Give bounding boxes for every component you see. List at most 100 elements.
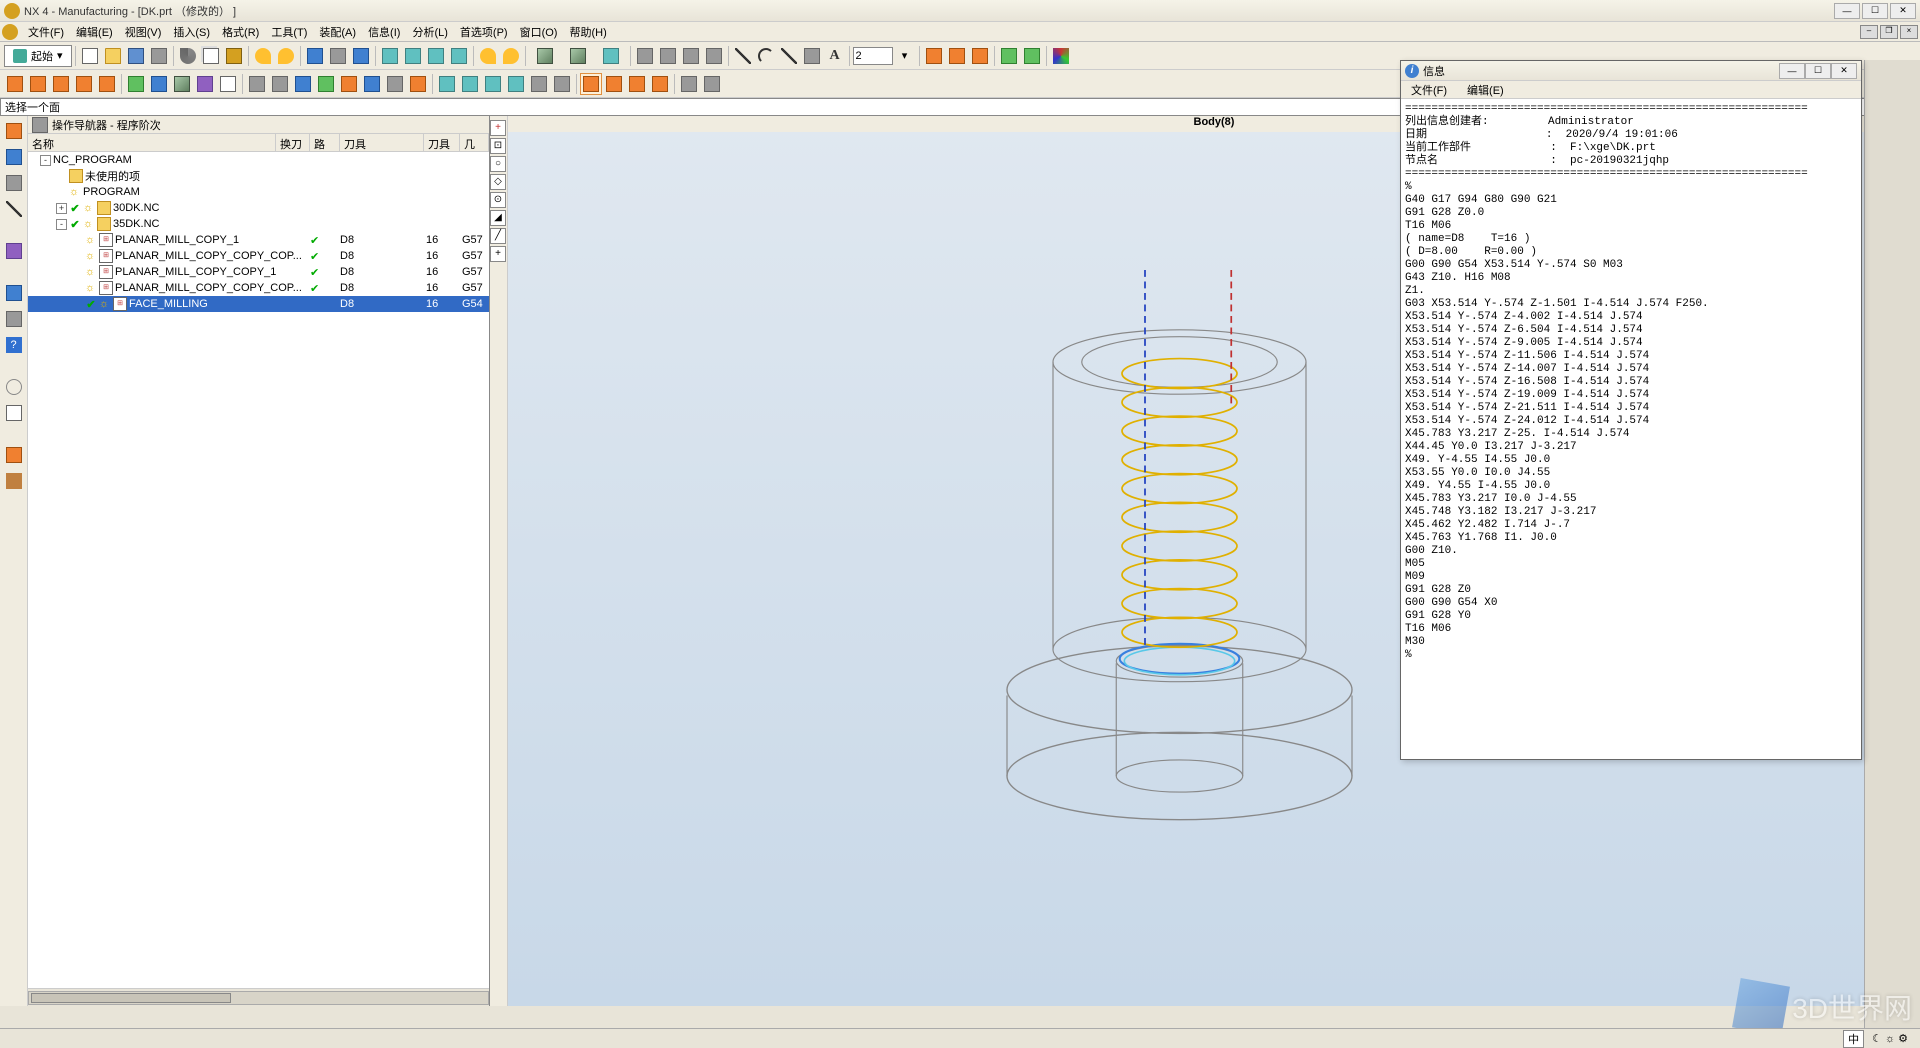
- tree-row[interactable]: ☼⊞PLANAR_MILL_COPY_COPY_COP...✔D816G57: [28, 248, 489, 264]
- mfg-post[interactable]: [194, 73, 216, 95]
- mfg-replay[interactable]: [148, 73, 170, 95]
- nav-operation[interactable]: [3, 120, 25, 142]
- menu-preferences[interactable]: 首选项(P): [454, 22, 514, 42]
- tree-row[interactable]: ☼PROGRAM: [28, 184, 489, 200]
- extra-1[interactable]: [678, 73, 700, 95]
- mfg-btn-5[interactable]: [96, 73, 118, 95]
- tree-row[interactable]: 未使用的项: [28, 168, 489, 184]
- axis-triad[interactable]: [1050, 45, 1072, 67]
- mfg-ex-13[interactable]: [528, 73, 550, 95]
- shade-mode-3[interactable]: [595, 45, 627, 67]
- col-name[interactable]: 名称: [28, 134, 276, 151]
- ime-indicator[interactable]: 中: [1843, 1030, 1864, 1048]
- mfg-btn-4[interactable]: [73, 73, 95, 95]
- sketch-rect[interactable]: [801, 45, 823, 67]
- wcs-btn-2[interactable]: [1021, 45, 1043, 67]
- sketch-line2[interactable]: [778, 45, 800, 67]
- mfg-ex-9[interactable]: [436, 73, 458, 95]
- layer-3[interactable]: [680, 45, 702, 67]
- paste-button[interactable]: [223, 45, 245, 67]
- layer-1[interactable]: [634, 45, 656, 67]
- mfg-ex-6[interactable]: [361, 73, 383, 95]
- hscroll-track[interactable]: [28, 991, 489, 1005]
- refresh-cw[interactable]: [500, 45, 522, 67]
- view-snap-6[interactable]: ╱: [490, 228, 506, 244]
- col-tool[interactable]: 刀具: [340, 134, 424, 151]
- mfg-btn-3[interactable]: [50, 73, 72, 95]
- copy-button[interactable]: [200, 45, 222, 67]
- menu-help[interactable]: 帮助(H): [563, 22, 612, 42]
- mfg-list[interactable]: [217, 73, 239, 95]
- nav-assembly[interactable]: [3, 146, 25, 168]
- shade-mode-2[interactable]: [562, 45, 594, 67]
- nav-clock[interactable]: [3, 376, 25, 398]
- mfg-ex-4[interactable]: [315, 73, 337, 95]
- nav-roles[interactable]: [3, 444, 25, 466]
- info-minimize[interactable]: —: [1779, 63, 1805, 79]
- view-zoom[interactable]: [402, 45, 424, 67]
- info-maximize[interactable]: ☐: [1805, 63, 1831, 79]
- tree-expand[interactable]: -: [56, 219, 67, 230]
- number-input[interactable]: [853, 47, 893, 65]
- menu-insert[interactable]: 插入(S): [167, 22, 216, 42]
- mfg-ex-11[interactable]: [482, 73, 504, 95]
- extra-2[interactable]: [701, 73, 723, 95]
- mdi-restore[interactable]: ❐: [1880, 25, 1898, 39]
- mfg-ex-3[interactable]: [292, 73, 314, 95]
- status-icons[interactable]: ☾ ☼ ⚙: [1868, 1032, 1912, 1045]
- sketch-arc[interactable]: [755, 45, 777, 67]
- view-snap-1[interactable]: ⊡: [490, 138, 506, 154]
- mdi-close[interactable]: ×: [1900, 25, 1918, 39]
- mdi-minimize[interactable]: –: [1860, 25, 1878, 39]
- tool-btn-3[interactable]: [350, 45, 372, 67]
- nav-part[interactable]: [3, 172, 25, 194]
- nav-reuse[interactable]: [3, 240, 25, 262]
- shade-mode-1[interactable]: [529, 45, 561, 67]
- menu-format[interactable]: 格式(R): [216, 22, 265, 42]
- tree-row[interactable]: ☼⊞PLANAR_MILL_COPY_COPY_1✔D816G57: [28, 264, 489, 280]
- sketch-text[interactable]: A: [824, 45, 846, 67]
- tree-row[interactable]: ☼⊞PLANAR_MILL_COPY_1✔D816G57: [28, 232, 489, 248]
- nav-book[interactable]: [3, 308, 25, 330]
- tree-row[interactable]: -✔☼35DK.NC: [28, 216, 489, 232]
- nav-history[interactable]: [3, 198, 25, 220]
- col-tc[interactable]: 换刀: [276, 134, 310, 151]
- save-button[interactable]: [125, 45, 147, 67]
- nav-ie[interactable]: [3, 282, 25, 304]
- tree-row[interactable]: ☼⊞PLANAR_MILL_COPY_COPY_COP...✔D816G57: [28, 280, 489, 296]
- minimize-button[interactable]: —: [1834, 3, 1860, 19]
- csys-btn-1[interactable]: [923, 45, 945, 67]
- mfg-btn-1[interactable]: [4, 73, 26, 95]
- close-button[interactable]: ✕: [1890, 3, 1916, 19]
- redo-button[interactable]: [275, 45, 297, 67]
- operation-tree[interactable]: -NC_PROGRAM未使用的项☼PROGRAM+✔☼30DK.NC-✔☼35D…: [28, 152, 489, 988]
- menu-file[interactable]: 文件(F): [22, 22, 70, 42]
- nav-sheet[interactable]: [3, 402, 25, 424]
- tool-btn-1[interactable]: [304, 45, 326, 67]
- cut-button[interactable]: [177, 45, 199, 67]
- mfg-btn-2[interactable]: [27, 73, 49, 95]
- layer-2[interactable]: [657, 45, 679, 67]
- mfg-verify[interactable]: [171, 73, 193, 95]
- info-menu-file[interactable]: 文件(F): [1405, 80, 1453, 100]
- view-snap-7[interactable]: +: [490, 246, 506, 262]
- selection-filter-3[interactable]: [626, 73, 648, 95]
- view-pan[interactable]: [448, 45, 470, 67]
- info-menu-edit[interactable]: 编辑(E): [1461, 80, 1510, 100]
- nav-help[interactable]: ?: [3, 334, 25, 356]
- tree-expand[interactable]: -: [40, 155, 51, 166]
- info-body[interactable]: ========================================…: [1401, 99, 1861, 759]
- selection-filter-2[interactable]: [603, 73, 625, 95]
- menu-info[interactable]: 信息(I): [362, 22, 406, 42]
- new-button[interactable]: [79, 45, 101, 67]
- layer-4[interactable]: [703, 45, 725, 67]
- num-dropdown[interactable]: ▾: [894, 45, 916, 67]
- print-button[interactable]: [148, 45, 170, 67]
- view-snap-2[interactable]: ○: [490, 156, 506, 172]
- info-window[interactable]: i 信息 — ☐ ✕ 文件(F) 编辑(E) =================…: [1400, 60, 1862, 760]
- info-close[interactable]: ✕: [1831, 63, 1857, 79]
- selection-filter-4[interactable]: [649, 73, 671, 95]
- tree-row[interactable]: +✔☼30DK.NC: [28, 200, 489, 216]
- view-snap-4[interactable]: ⊙: [490, 192, 506, 208]
- undo-button[interactable]: [252, 45, 274, 67]
